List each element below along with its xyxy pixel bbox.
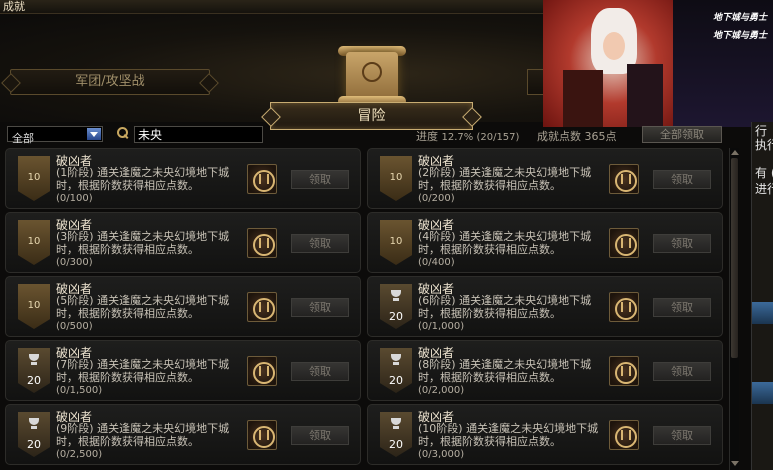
side-text: 有 ( [755, 166, 773, 180]
scroll-thumb[interactable] [731, 158, 738, 358]
claim-button[interactable]: 领取 [653, 170, 711, 189]
progress-label: 进度 [416, 130, 438, 143]
character-face-icon [603, 32, 625, 60]
achievement-count: (0/200) [418, 193, 455, 204]
reward-emblem-icon[interactable] [247, 164, 277, 194]
tab-adventure-label: 冒险 [357, 108, 386, 124]
achievement-card: 10 破凶者 (3阶段) 通关逢魔之未央幻境地下城时，根据阶数获得相应点数。 (… [5, 212, 361, 273]
claim-button[interactable]: 领取 [291, 298, 349, 317]
window-title: 成就 [3, 0, 25, 13]
trophy-icon [390, 418, 402, 430]
achievement-count: (0/1,500) [56, 385, 103, 396]
achievement-desc: (1阶段) 通关逢魔之未央幻境地下城时，根据阶数获得相应点数。 [56, 166, 230, 192]
achievement-card: 20 破凶者 (7阶段) 通关逢魔之未央幻境地下城时，根据阶数获得相应点数。 (… [5, 340, 361, 401]
achievement-desc: (10阶段) 通关逢魔之未央幻境地下城时，根据阶数获得相应点数。 [418, 422, 599, 448]
reward-emblem-icon[interactable] [609, 356, 639, 386]
achievement-desc: (7阶段) 通关逢魔之未央幻境地下城时，根据阶数获得相应点数。 [56, 358, 230, 384]
reward-emblem-icon[interactable] [609, 164, 639, 194]
reward-emblem-icon[interactable] [247, 292, 277, 322]
achievement-card: 10 破凶者 (4阶段) 通关逢魔之未央幻境地下城时，根据阶数获得相应点数。 (… [367, 212, 723, 273]
reward-emblem-icon[interactable] [247, 228, 277, 258]
points-badge-icon: 10 [18, 284, 50, 329]
claim-button[interactable]: 领取 [653, 234, 711, 253]
achievement-count: (0/100) [56, 193, 93, 204]
game-logo: 地下城与勇士 [712, 13, 767, 23]
side-panel-fragment: 行 执行 有 ( 进行 [751, 122, 773, 470]
achievement-card: 10 破凶者 (1阶段) 通关逢魔之未央幻境地下城时，根据阶数获得相应点数。 (… [5, 148, 361, 209]
chevron-down-icon[interactable] [87, 128, 101, 140]
achievement-card: 20 破凶者 (8阶段) 通关逢魔之未央幻境地下城时，根据阶数获得相应点数。 (… [367, 340, 723, 401]
claim-button[interactable]: 领取 [653, 298, 711, 317]
trophy-icon [28, 418, 40, 430]
reward-emblem-icon[interactable] [247, 420, 277, 450]
achievement-count: (0/3,000) [418, 449, 465, 460]
achievement-desc: (3阶段) 通关逢魔之未央幻境地下城时，根据阶数获得相应点数。 [56, 230, 230, 256]
achievement-card: 20 破凶者 (9阶段) 通关逢魔之未央幻境地下城时，根据阶数获得相应点数。 (… [5, 404, 361, 465]
trophy-badge-icon: 20 [18, 348, 50, 393]
points-badge-icon: 10 [380, 156, 412, 201]
achievement-card: 10 破凶者 (2阶段) 通关逢魔之未央幻境地下城时，根据阶数获得相应点数。 (… [367, 148, 723, 209]
claim-button[interactable]: 领取 [653, 426, 711, 445]
reward-emblem-icon[interactable] [609, 292, 639, 322]
category-select[interactable]: 全部 [7, 126, 103, 145]
achievement-count: (0/300) [56, 257, 93, 268]
trophy-icon [28, 354, 40, 366]
scroll-up-icon[interactable] [731, 148, 739, 156]
progress-stat: 进度 12.7% (20/157) [416, 128, 519, 144]
claim-button[interactable]: 领取 [291, 362, 349, 381]
trophy-icon [390, 354, 402, 366]
achievement-count: (0/400) [418, 257, 455, 268]
points-badge-icon: 10 [380, 220, 412, 265]
achievement-count: (0/2,500) [56, 449, 103, 460]
progress-value: 12.7% (20/157) [441, 132, 520, 143]
category-select-value: 全部 [12, 132, 34, 145]
points-stat: 成就点数 365点 [537, 128, 617, 144]
list-scrollbar[interactable] [729, 148, 739, 470]
claim-button[interactable]: 领取 [653, 362, 711, 381]
promo-banner[interactable]: 地下城与勇士 地下城与勇士 [543, 0, 773, 127]
game-logo: 地下城与勇士 [712, 31, 767, 41]
points-value: 365点 [584, 130, 617, 143]
achievement-desc: (5阶段) 通关逢魔之未央幻境地下城时，根据阶数获得相应点数。 [56, 294, 230, 320]
side-text: 执行 [755, 138, 773, 152]
claim-button[interactable]: 领取 [291, 234, 349, 253]
achievement-card: 10 破凶者 (5阶段) 通关逢魔之未央幻境地下城时，根据阶数获得相应点数。 (… [5, 276, 361, 337]
achievement-desc: (2阶段) 通关逢魔之未央幻境地下城时，根据阶数获得相应点数。 [418, 166, 592, 192]
reward-emblem-icon[interactable] [609, 420, 639, 450]
side-text: 进行 [755, 182, 773, 196]
claim-all-button[interactable]: 全部领取 [642, 126, 722, 143]
tab-adventure[interactable]: 冒险 [270, 102, 473, 130]
scroll-emblem-icon [332, 44, 412, 106]
claim-button[interactable]: 领取 [291, 426, 349, 445]
points-badge-icon: 10 [18, 220, 50, 265]
achievement-desc: (8阶段) 通关逢魔之未央幻境地下城时，根据阶数获得相应点数。 [418, 358, 592, 384]
trophy-badge-icon: 20 [380, 348, 412, 393]
points-label: 成就点数 [537, 130, 581, 143]
achievement-card: 20 破凶者 (10阶段) 通关逢魔之未央幻境地下城时，根据阶数获得相应点数。 … [367, 404, 723, 465]
tab-legion-siege[interactable]: 军团/攻坚战 [10, 69, 210, 95]
achievement-count: (0/500) [56, 321, 93, 332]
search-icon [117, 127, 129, 139]
trophy-badge-icon: 20 [380, 284, 412, 329]
scroll-down-icon[interactable] [731, 460, 739, 468]
achievement-desc: (9阶段) 通关逢魔之未央幻境地下城时，根据阶数获得相应点数。 [56, 422, 230, 448]
claim-button[interactable]: 领取 [291, 170, 349, 189]
trophy-icon [390, 290, 402, 302]
achievement-desc: (6阶段) 通关逢魔之未央幻境地下城时，根据阶数获得相应点数。 [418, 294, 592, 320]
achievement-list: 10 破凶者 (1阶段) 通关逢魔之未央幻境地下城时，根据阶数获得相应点数。 (… [5, 148, 726, 470]
trophy-badge-icon: 20 [18, 412, 50, 457]
search-input[interactable] [134, 126, 263, 143]
trophy-badge-icon: 20 [380, 412, 412, 457]
reward-emblem-icon[interactable] [247, 356, 277, 386]
achievement-count: (0/1,000) [418, 321, 465, 332]
tab-legion-siege-label: 军团/攻坚战 [75, 74, 145, 89]
points-badge-icon: 10 [18, 156, 50, 201]
achievement-card: 20 破凶者 (6阶段) 通关逢魔之未央幻境地下城时，根据阶数获得相应点数。 (… [367, 276, 723, 337]
achievement-desc: (4阶段) 通关逢魔之未央幻境地下城时，根据阶数获得相应点数。 [418, 230, 592, 256]
reward-emblem-icon[interactable] [609, 228, 639, 258]
achievement-count: (0/2,000) [418, 385, 465, 396]
